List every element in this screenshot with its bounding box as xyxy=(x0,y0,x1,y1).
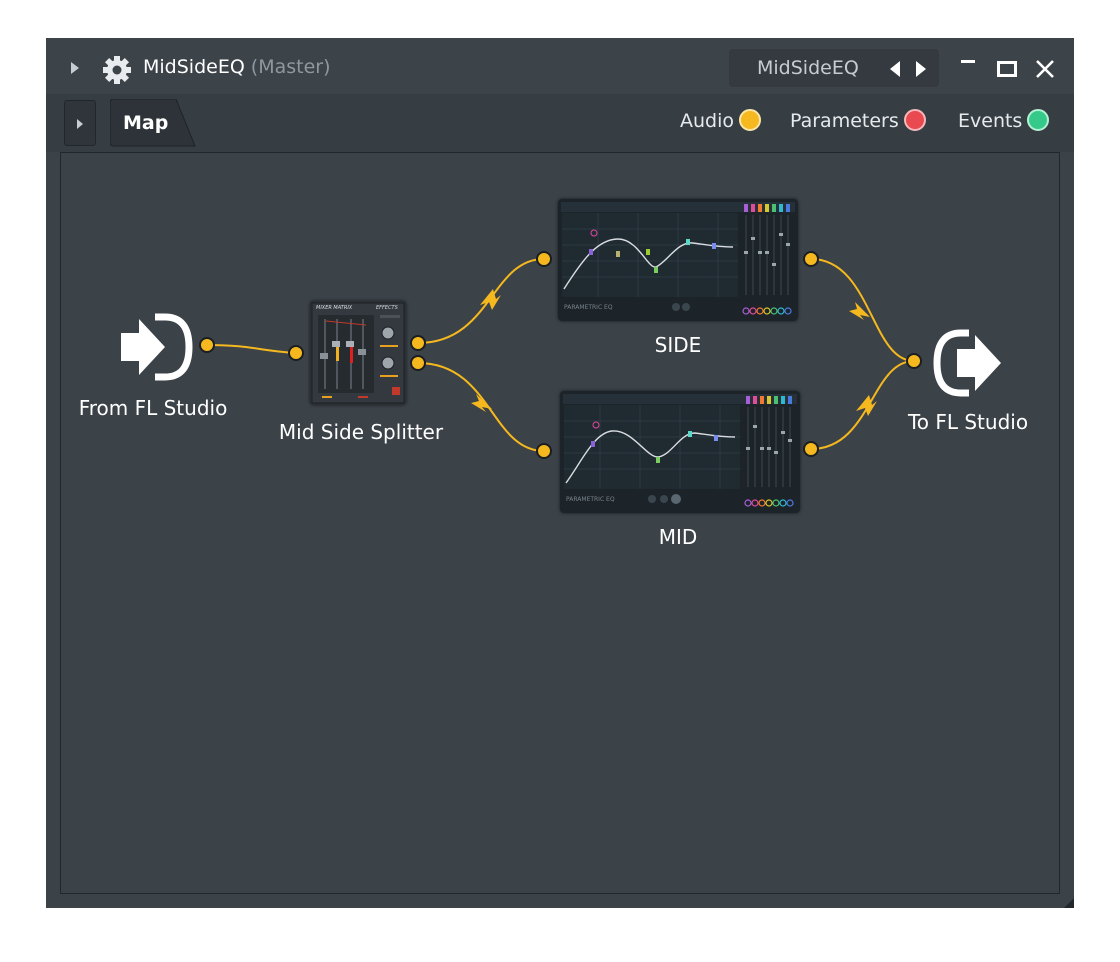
resize-grip-icon[interactable] xyxy=(1062,896,1074,908)
previous-preset-icon[interactable] xyxy=(889,61,901,77)
title-bar[interactable]: MidSideEQ (Master) MidSideEQ xyxy=(46,38,1074,94)
side-input-port[interactable] xyxy=(536,251,552,267)
side-eq-plugin[interactable]: PARAMETRIC EQ xyxy=(558,199,798,321)
expand-arrow-icon xyxy=(77,119,83,129)
legend-events-label: Events xyxy=(958,110,1023,132)
preset-name[interactable]: MidSideEQ xyxy=(757,57,859,79)
wire-from-to-splitter[interactable] xyxy=(206,344,297,354)
preset-selector[interactable]: MidSideEQ xyxy=(729,49,939,87)
effects-text: EFFECTS xyxy=(376,305,399,311)
legend-audio-label: Audio xyxy=(680,110,735,132)
legend-audio[interactable]: Audio xyxy=(680,109,762,132)
next-preset-icon[interactable] xyxy=(915,61,927,77)
to-fl-studio-label[interactable]: To FL Studio xyxy=(893,410,1043,434)
to-input-port[interactable] xyxy=(906,353,922,369)
close-button[interactable] xyxy=(1035,59,1055,79)
splitter-input-port[interactable] xyxy=(288,345,304,361)
collapse-arrow-icon[interactable] xyxy=(70,62,80,74)
wire-splitter-to-side[interactable] xyxy=(417,258,545,344)
splitter-output-port-2[interactable] xyxy=(410,355,426,371)
maximize-button[interactable] xyxy=(997,61,1017,77)
browser-toggle-button[interactable] xyxy=(64,100,96,146)
tab-bar: Map Audio Parameters Events xyxy=(46,94,1074,152)
mid-eq-thumbnail: PARAMETRIC EQ xyxy=(560,391,800,513)
splitter-output-port-1[interactable] xyxy=(410,335,426,351)
eq-brand-text: PARAMETRIC EQ xyxy=(564,304,613,311)
mid-input-port[interactable] xyxy=(536,443,552,459)
mid-eq-plugin[interactable]: PARAMETRIC EQ xyxy=(560,391,800,513)
audio-dot-icon xyxy=(739,109,762,131)
events-dot-icon xyxy=(1027,109,1050,131)
side-output-port[interactable] xyxy=(803,251,819,267)
audio-output-icon[interactable] xyxy=(931,329,1007,397)
legend-parameters[interactable]: Parameters xyxy=(790,109,926,132)
side-eq-thumbnail: PARAMETRIC EQ xyxy=(558,199,798,321)
legend-events[interactable]: Events xyxy=(958,109,1050,132)
parameters-dot-icon xyxy=(903,109,926,131)
from-output-port[interactable] xyxy=(199,337,215,353)
mid-side-splitter-label[interactable]: Mid Side Splitter xyxy=(261,420,461,444)
minimize-button[interactable] xyxy=(961,60,975,64)
audio-input-icon[interactable] xyxy=(119,313,195,381)
gear-icon[interactable] xyxy=(102,55,132,85)
side-label[interactable]: SIDE xyxy=(628,333,728,357)
mixer-matrix-text: MIXER MATRIX xyxy=(316,305,353,311)
window-title: MidSideEQ (Master) xyxy=(143,56,331,78)
tab-map-label: Map xyxy=(123,112,169,134)
window-subtitle: (Master) xyxy=(250,56,331,78)
mid-side-splitter-plugin[interactable]: MIXER MATRIX EFFECTS xyxy=(310,301,406,405)
eq-brand-text: PARAMETRIC EQ xyxy=(566,496,615,503)
plugin-name: MidSideEQ xyxy=(143,56,245,78)
routing-map-canvas[interactable]: From FL Studio MIXER MATRIX EFFECTS Mid … xyxy=(60,152,1060,894)
mid-label[interactable]: MID xyxy=(628,525,728,549)
tab-map[interactable]: Map xyxy=(110,99,196,147)
from-fl-studio-label[interactable]: From FL Studio xyxy=(73,396,233,420)
patcher-window: MidSideEQ (Master) MidSideEQ Map Audio P… xyxy=(46,38,1074,908)
mid-output-port[interactable] xyxy=(803,441,819,457)
mixer-matrix-thumbnail: MIXER MATRIX EFFECTS xyxy=(310,301,406,405)
legend-parameters-label: Parameters xyxy=(790,110,899,132)
